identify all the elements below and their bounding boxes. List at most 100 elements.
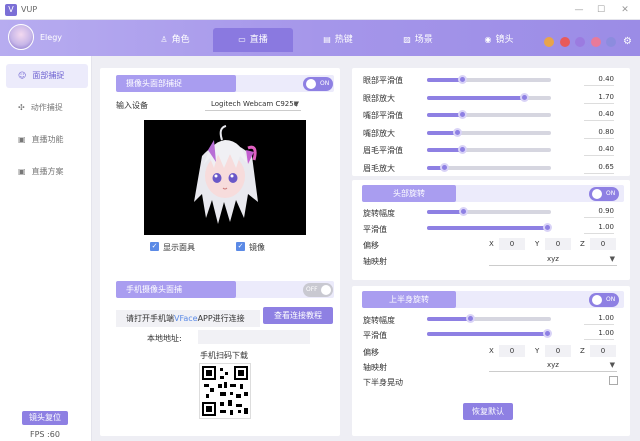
- upper-y-input[interactable]: 0: [545, 345, 571, 357]
- upper-smooth-slider[interactable]: [427, 329, 553, 338]
- face-param-label: 眼部平滑值: [363, 76, 403, 85]
- phone-capture-toggle[interactable]: OFF: [303, 283, 333, 297]
- tab-camera[interactable]: ◉ 镜头: [474, 28, 524, 52]
- user-icon[interactable]: [590, 36, 601, 47]
- record-icon[interactable]: [544, 36, 555, 47]
- phone-capture-title: 手机摄像头面捕: [116, 281, 236, 298]
- head-amplitude-slider[interactable]: [427, 207, 551, 216]
- tab-label: 场景: [414, 35, 433, 45]
- slider-fill: [427, 317, 471, 321]
- qr-code: [199, 363, 251, 419]
- head-smooth-value[interactable]: 1.00: [584, 221, 614, 234]
- upper-smooth-value[interactable]: 1.00: [584, 327, 614, 340]
- face-param-value[interactable]: 0.40: [584, 143, 614, 156]
- upper-body-title: 上半身旋转: [362, 291, 456, 308]
- vface-app-link[interactable]: VFace: [174, 314, 198, 323]
- upper-amplitude-slider[interactable]: [427, 314, 551, 323]
- tab-live[interactable]: ▭ 直播: [213, 28, 293, 52]
- sidebar-item-label: 面部捕捉: [32, 71, 65, 80]
- record2-icon[interactable]: [559, 36, 570, 47]
- head-axis-select[interactable]: xyz ▼: [489, 252, 617, 266]
- face-param-value[interactable]: 1.70: [584, 91, 614, 104]
- head-z-input[interactable]: 0: [590, 238, 616, 250]
- restore-default-button[interactable]: 恢复默认: [463, 403, 513, 420]
- face-capture-toggle[interactable]: ON: [303, 77, 333, 91]
- close-icon[interactable]: ✕: [616, 2, 634, 18]
- face-param-label: 嘴部平滑值: [363, 111, 403, 120]
- slider-thumb[interactable]: [457, 110, 467, 119]
- image-icon: ▨: [403, 35, 411, 44]
- face-param-label: 眼部放大: [363, 93, 395, 103]
- upper-smooth-label: 平滑值: [363, 331, 387, 340]
- tab-hotkey[interactable]: ▤ 热键: [313, 28, 363, 52]
- sidebar-item-face-capture[interactable]: ☺ 面部捕捉: [6, 64, 88, 88]
- select-value: xyz: [547, 255, 559, 263]
- person-icon: ♙: [160, 35, 168, 44]
- maximize-icon[interactable]: ☐: [592, 2, 610, 18]
- view-tutorial-button[interactable]: 查看连接教程: [263, 307, 333, 324]
- tab-character[interactable]: ♙ 角色: [150, 28, 200, 52]
- local-address-field[interactable]: [198, 330, 310, 344]
- head-y-input[interactable]: 0: [545, 238, 571, 250]
- toggle-text: ON: [606, 296, 616, 303]
- vip-icon[interactable]: [606, 36, 617, 47]
- instruction-text: APP进行连接: [197, 314, 245, 323]
- face-param-label: 嘴部放大: [363, 128, 395, 138]
- head-x-label: X: [489, 240, 494, 248]
- sidebar-item-motion-capture[interactable]: ✣ 动作捕捉: [6, 96, 88, 120]
- face-param-value[interactable]: 0.40: [584, 73, 614, 86]
- mirror-checkbox[interactable]: ✓: [236, 242, 245, 251]
- instruction-text: 请打开手机端: [126, 314, 174, 323]
- upper-axis-select[interactable]: xyz ▼: [489, 358, 617, 372]
- sidebar-item-live-plan[interactable]: ▣ 直播方案: [6, 160, 88, 184]
- upper-x-input[interactable]: 0: [499, 345, 525, 357]
- upper-z-input[interactable]: 0: [590, 345, 616, 357]
- upper-amplitude-value[interactable]: 1.00: [584, 312, 614, 325]
- sidebar-item-live-functions[interactable]: ▣ 直播功能: [6, 128, 88, 152]
- slider-thumb[interactable]: [440, 162, 450, 172]
- slider-thumb[interactable]: [452, 127, 462, 137]
- keyboard-icon: ▤: [323, 35, 331, 44]
- camera-preview: [144, 120, 306, 235]
- toggle-knob: [592, 295, 602, 305]
- gear-icon[interactable]: ⚙: [623, 36, 632, 47]
- camera-reset-button[interactable]: 镜头复位: [22, 411, 68, 425]
- face-param-value[interactable]: 0.80: [584, 126, 614, 139]
- slider-thumb[interactable]: [457, 145, 467, 154]
- upper-body-toggle[interactable]: ON: [589, 293, 619, 307]
- head-amplitude-value[interactable]: 0.90: [584, 205, 614, 218]
- input-device-label: 输入设备: [116, 101, 148, 110]
- slider-thumb[interactable]: [519, 92, 529, 102]
- motion-icon: ✣: [18, 103, 25, 112]
- head-rotation-toggle[interactable]: ON: [589, 187, 619, 201]
- face-param-slider[interactable]: [427, 75, 551, 84]
- tab-scene[interactable]: ▨ 场景: [393, 28, 443, 52]
- face-param-slider[interactable]: [427, 162, 551, 172]
- toggle-knob: [306, 79, 316, 89]
- slider-fill: [427, 226, 548, 230]
- face-param-label: 眉毛放大: [363, 163, 395, 173]
- slider-thumb[interactable]: [458, 207, 468, 216]
- slider-fill: [427, 95, 524, 100]
- head-x-input[interactable]: 0: [499, 238, 525, 250]
- minimize-icon[interactable]: —: [570, 2, 588, 18]
- face-param-value[interactable]: 0.65: [584, 161, 614, 174]
- head-y-label: Y: [535, 240, 540, 248]
- face-param-value[interactable]: 0.40: [584, 108, 614, 121]
- input-device-select[interactable]: Logitech Webcam C925e ▼: [205, 97, 301, 111]
- live-icon: ▣: [18, 135, 26, 144]
- lower-body-sway-checkbox[interactable]: [609, 376, 618, 385]
- mirror-label: 镜像: [249, 243, 265, 252]
- slider-thumb[interactable]: [457, 75, 467, 84]
- sidebar: ☺ 面部捕捉 ✣ 动作捕捉 ▣ 直播功能 ▣ 直播方案 镜头复位 FPS :60: [0, 56, 92, 441]
- show-mask-checkbox[interactable]: ✓: [150, 242, 159, 251]
- head-smooth-slider[interactable]: [427, 223, 553, 232]
- face-param-slider[interactable]: [427, 145, 551, 154]
- chat-icon[interactable]: [575, 36, 586, 47]
- face-param-slider[interactable]: [427, 127, 551, 137]
- face-param-label: 眉毛平滑值: [363, 146, 403, 155]
- avatar[interactable]: [8, 24, 34, 50]
- face-param-slider[interactable]: [427, 110, 551, 119]
- toggle-knob: [321, 285, 331, 295]
- face-param-slider[interactable]: [427, 92, 551, 102]
